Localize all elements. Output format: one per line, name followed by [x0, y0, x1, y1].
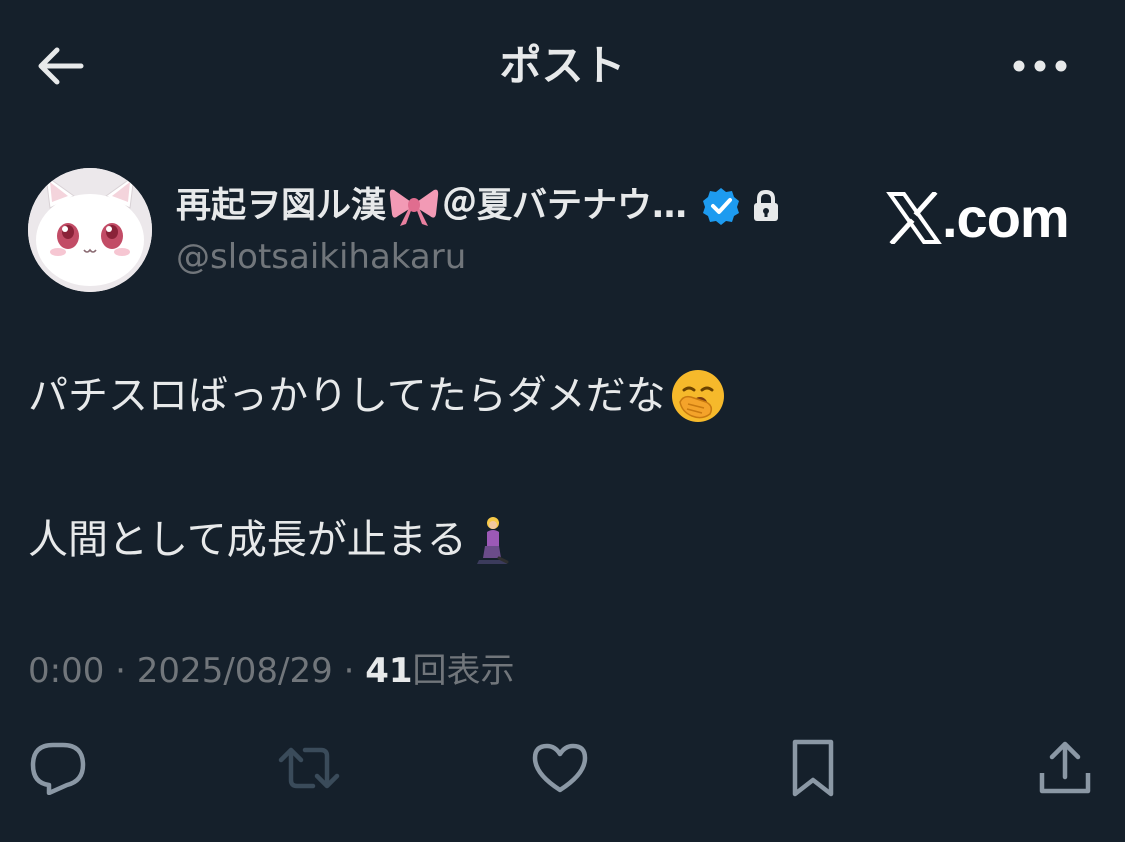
verified-badge-icon — [703, 188, 740, 225]
post-time: 0:00 — [28, 651, 105, 691]
bookmark-icon — [792, 739, 834, 797]
meta-separator-2: · — [332, 651, 366, 691]
white-cat-avatar — [28, 168, 152, 292]
kneeling-woman-icon — [476, 517, 509, 564]
author-name-row[interactable]: 再起ヲ図ル漢 ＠夏バテナウ… — [176, 180, 781, 232]
bookmark-button[interactable] — [781, 736, 845, 800]
x-logo-icon — [886, 192, 942, 244]
x-com-text: .com — [942, 186, 1070, 249]
post-meta: 0:00 · 2025/08/29 · 41回表示 — [28, 648, 515, 694]
post-date: 2025/08/29 — [136, 651, 333, 691]
share-icon — [1039, 741, 1091, 794]
yawning-face-icon — [671, 370, 724, 422]
post-line-1: パチスロばっかりしてたらダメだな — [28, 368, 726, 424]
post-line-2-text: 人間として成長が止まる — [28, 517, 467, 563]
like-button[interactable] — [528, 736, 592, 800]
retweet-button[interactable] — [277, 736, 341, 800]
x-com-watermark: .com — [886, 186, 1070, 249]
more-options-button[interactable] — [1005, 44, 1075, 88]
display-name-part2: ＠夏バテナウ… — [442, 186, 688, 226]
top-bar: ポスト — [0, 0, 1125, 130]
verified-badge[interactable] — [701, 186, 741, 226]
page-title: ポスト — [499, 41, 626, 90]
meta-separator-1: · — [104, 651, 137, 691]
post-line-2: 人間として成長が止まる — [28, 512, 511, 568]
author-handle[interactable]: @slotsaikihakaru — [176, 234, 466, 280]
avatar[interactable] — [28, 168, 152, 292]
lock-icon — [754, 189, 779, 221]
post-line-1-text: パチスロばっかりしてたらダメだな — [28, 373, 666, 419]
reply-icon — [30, 742, 86, 795]
heart-icon — [532, 743, 588, 793]
back-button[interactable] — [30, 40, 90, 92]
display-name-part1: 再起ヲ図ル漢 — [176, 186, 387, 226]
retweet-icon — [278, 747, 340, 789]
reply-button[interactable] — [26, 736, 90, 800]
share-button[interactable] — [1033, 736, 1097, 800]
views-label: 回表示 — [412, 651, 515, 691]
views-count[interactable]: 41 — [365, 651, 412, 691]
arrow-left-icon — [38, 47, 84, 85]
action-bar — [0, 736, 1125, 808]
ribbon-bow-icon — [389, 189, 439, 226]
protected-account-badge — [751, 189, 781, 223]
more-horizontal-icon — [1013, 60, 1067, 72]
